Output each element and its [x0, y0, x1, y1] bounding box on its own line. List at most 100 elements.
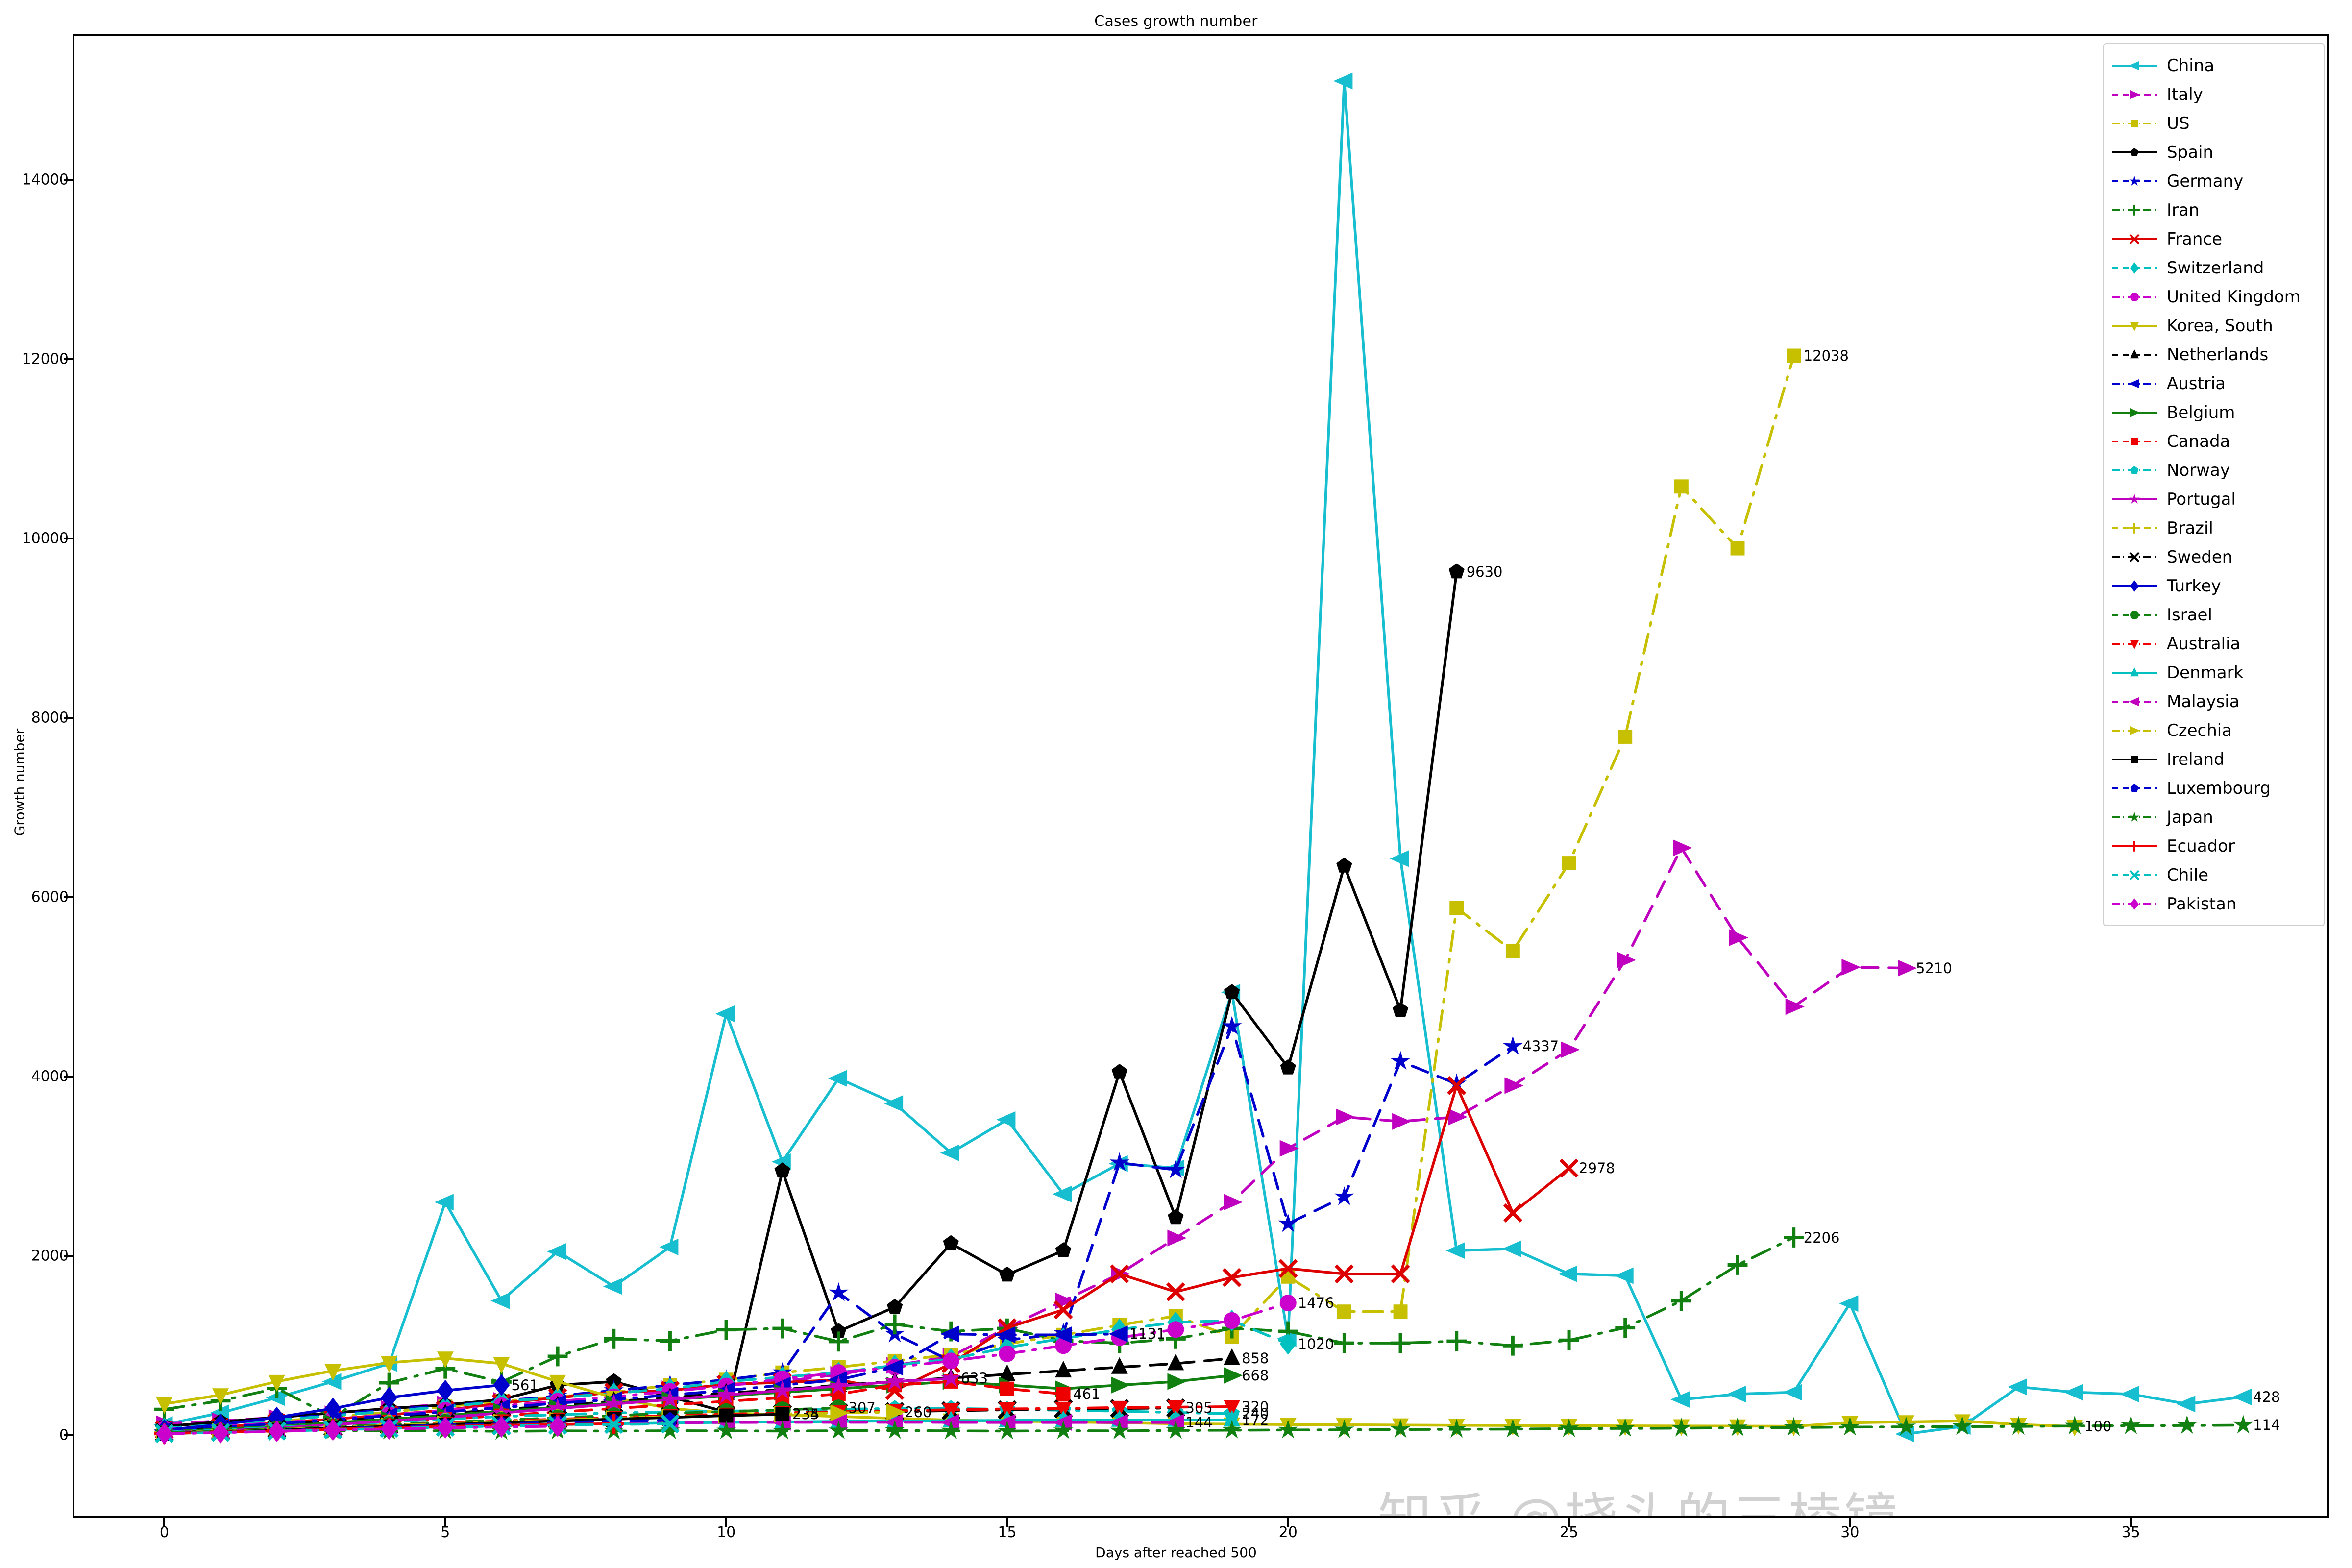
series-marker	[1111, 1064, 1127, 1079]
series-marker	[1561, 1041, 1580, 1058]
legend-swatch-icon	[2110, 518, 2159, 538]
legend-item-pakistan[interactable]: Pakistan	[2110, 889, 2319, 918]
series-marker	[1167, 1373, 1187, 1390]
series-marker	[1503, 1203, 1522, 1223]
series-marker	[716, 1320, 736, 1340]
legend-label: Belgium	[2167, 402, 2235, 422]
legend-label: Ecuador	[2167, 836, 2235, 856]
y-tick-label: 14000	[22, 171, 69, 189]
legend-swatch-icon	[2110, 461, 2159, 480]
legend-item-us[interactable]: US	[2110, 109, 2319, 138]
legend-label: Korea, South	[2167, 316, 2273, 336]
legend-item-germany[interactable]: Germany	[2110, 167, 2319, 196]
legend-item-luxembourg[interactable]: Luxembourg	[2110, 774, 2319, 803]
legend-swatch-icon	[2110, 634, 2159, 654]
y-tick-label: 4000	[31, 1068, 69, 1085]
legend-swatch-icon	[2110, 85, 2159, 104]
series-marker	[1055, 1242, 1072, 1257]
series-marker	[1224, 1367, 1243, 1384]
legend-label: Turkey	[2167, 576, 2221, 596]
legend-swatch-icon	[2110, 779, 2159, 798]
legend-item-sweden[interactable]: Sweden	[2110, 542, 2319, 571]
legend-item-turkey[interactable]: Turkey	[2110, 571, 2319, 600]
legend-item-israel[interactable]: Israel	[2110, 600, 2319, 629]
x-tick-mark	[1568, 1518, 1570, 1527]
legend-swatch-icon	[2110, 172, 2159, 191]
series-marker	[1505, 944, 1520, 958]
legend-swatch-icon	[2110, 692, 2159, 711]
legend-item-portugal[interactable]: Portugal	[2110, 485, 2319, 514]
legend-item-japan[interactable]: Japan	[2110, 803, 2319, 832]
legend-item-ireland[interactable]: Ireland	[2110, 745, 2319, 774]
series-italy	[156, 839, 1917, 1432]
legend-item-ecuador[interactable]: Ecuador	[2110, 832, 2319, 860]
legend-swatch-icon	[2110, 114, 2159, 133]
data-point-annotation: 307	[848, 1399, 876, 1417]
data-point-annotation: 100	[2084, 1418, 2112, 1435]
series-marker	[1783, 1384, 1802, 1401]
data-point-annotation: 172	[1242, 1411, 1269, 1428]
legend-item-brazil[interactable]: Brazil	[2110, 514, 2319, 542]
legend-label: Iran	[2167, 200, 2200, 220]
legend-item-austria[interactable]: Austria	[2110, 369, 2319, 398]
series-marker	[1727, 1255, 1748, 1275]
legend-item-switzerland[interactable]: Switzerland	[2110, 253, 2319, 282]
series-marker	[1503, 1036, 1523, 1055]
series-marker	[1502, 1335, 1523, 1356]
series-marker	[1053, 1185, 1072, 1202]
series-spain	[156, 563, 1465, 1433]
series-marker	[1446, 1331, 1467, 1351]
series-marker	[1559, 1158, 1579, 1178]
legend-item-czechia[interactable]: Czechia	[2110, 716, 2319, 745]
series-marker	[772, 1318, 793, 1339]
x-tick-mark	[2130, 1518, 2132, 1527]
series-marker	[547, 1346, 568, 1367]
legend-label: Malaysia	[2167, 691, 2240, 711]
series-marker	[1674, 479, 1689, 494]
series-marker	[1449, 901, 1464, 915]
legend-item-korea-south[interactable]: Korea, South	[2110, 311, 2319, 340]
legend-item-australia[interactable]: Australia	[2110, 629, 2319, 658]
legend-item-china[interactable]: China	[2110, 51, 2319, 80]
legend-item-spain[interactable]: Spain	[2110, 138, 2319, 167]
legend-item-france[interactable]: France	[2110, 224, 2319, 253]
data-point-annotation: 9630	[1466, 563, 1503, 580]
legend-label: China	[2167, 55, 2215, 75]
legend-item-canada[interactable]: Canada	[2110, 427, 2319, 456]
data-point-annotation: 561	[511, 1376, 539, 1394]
legend-label: Netherlands	[2167, 344, 2269, 365]
series-china	[153, 73, 2252, 1443]
series-marker	[1390, 1051, 1411, 1070]
legend-item-iran[interactable]: Iran	[2110, 196, 2319, 224]
y-tick-mark	[64, 537, 73, 539]
y-tick-mark	[64, 717, 73, 719]
legend-swatch-icon	[2110, 663, 2159, 683]
legend-label: Brazil	[2167, 518, 2213, 538]
legend-swatch-icon	[2110, 605, 2159, 625]
legend-item-belgium[interactable]: Belgium	[2110, 398, 2319, 427]
legend-item-italy[interactable]: Italy	[2110, 80, 2319, 109]
legend-item-netherlands[interactable]: Netherlands	[2110, 340, 2319, 369]
legend-item-united-kingdom[interactable]: United Kingdom	[2110, 282, 2319, 311]
legend-item-chile[interactable]: Chile	[2110, 860, 2319, 889]
legend-item-denmark[interactable]: Denmark	[2110, 658, 2319, 687]
legend-swatch-icon	[2110, 316, 2159, 336]
legend-swatch-icon	[2110, 345, 2159, 365]
x-tick-mark	[444, 1518, 446, 1527]
legend-label: Germany	[2167, 171, 2244, 191]
series-marker	[828, 1070, 847, 1087]
legend[interactable]: China Italy US Spain Germany Iran France Switze…	[2103, 43, 2325, 926]
series-marker	[660, 1331, 680, 1351]
legend-item-norway[interactable]: Norway	[2110, 456, 2319, 485]
page-title: Cases growth number	[1094, 13, 1258, 30]
series-marker	[2120, 1386, 2139, 1403]
data-point-annotation: 2978	[1579, 1160, 1615, 1177]
legend-swatch-icon	[2110, 576, 2159, 596]
legend-swatch-icon	[2110, 403, 2159, 422]
x-tick-mark	[163, 1518, 166, 1527]
series-marker	[829, 1331, 849, 1352]
legend-label: Israel	[2167, 605, 2212, 625]
legend-item-malaysia[interactable]: Malaysia	[2110, 687, 2319, 716]
plot-area: 561 234 235 307 260 633 144 461 1131 305 858 668 240…	[74, 36, 2328, 1516]
legend-label: France	[2167, 229, 2223, 249]
